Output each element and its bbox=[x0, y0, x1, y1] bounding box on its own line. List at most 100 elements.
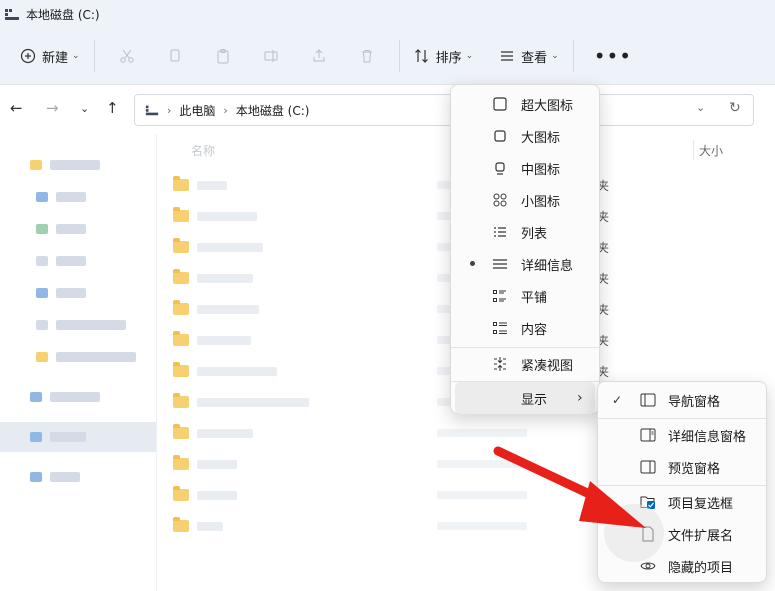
copy-icon bbox=[170, 49, 180, 62]
address-bar[interactable]: › 此电脑 › 本地磁盘 (C:) bbox=[134, 94, 754, 126]
share-button[interactable] bbox=[295, 39, 343, 73]
address-row: ← → ⌄ ↑ › 此电脑 › 本地磁盘 (C:) ⌄ ↻ bbox=[0, 84, 775, 134]
rename-button[interactable] bbox=[247, 39, 295, 73]
breadcrumb-local-disk[interactable]: 本地磁盘 (C:) bbox=[236, 102, 310, 119]
sidebar-item[interactable] bbox=[0, 342, 156, 372]
forward-arrow-icon[interactable]: → bbox=[46, 99, 59, 117]
folder-icon bbox=[173, 486, 189, 501]
toolbar-divider bbox=[93, 40, 95, 72]
sidebar-item[interactable] bbox=[0, 246, 156, 276]
chevron-right-icon: › bbox=[223, 103, 228, 117]
toolbar-divider bbox=[398, 40, 400, 72]
breadcrumb-this-pc[interactable]: 此电脑 bbox=[179, 102, 215, 119]
menu-item-preview-pane[interactable]: 预览窗格 bbox=[598, 451, 766, 483]
sidebar-item[interactable] bbox=[0, 278, 156, 308]
cut-button[interactable] bbox=[103, 39, 151, 73]
grid-icon bbox=[493, 193, 507, 207]
menu-item-details-pane[interactable]: 详细信息窗格 bbox=[598, 419, 766, 451]
menu-item-compact-view[interactable]: 紧凑视图 bbox=[451, 348, 599, 380]
drive-icon bbox=[145, 105, 159, 116]
preview-pane-icon bbox=[640, 460, 656, 474]
chevron-down-icon: ⌄ bbox=[465, 51, 474, 61]
compact-icon bbox=[494, 357, 506, 371]
menu-item-medium-icons[interactable]: 中图标 bbox=[451, 152, 599, 184]
rename-icon bbox=[264, 50, 278, 62]
folder-icon bbox=[173, 269, 189, 284]
copy-button[interactable] bbox=[151, 39, 199, 73]
folder-icon bbox=[173, 331, 189, 346]
new-button[interactable]: 新建 ⌄ bbox=[14, 39, 86, 73]
menu-item-tiles[interactable]: 平铺 bbox=[451, 280, 599, 312]
folder-icon bbox=[173, 207, 189, 222]
sort-button[interactable]: 排序 ⌄ bbox=[408, 39, 480, 73]
checkmark-icon: ✓ bbox=[612, 393, 623, 407]
back-arrow-icon[interactable]: ← bbox=[10, 99, 23, 117]
menu-item-content[interactable]: 内容 bbox=[451, 312, 599, 344]
chevron-down-icon: ⌄ bbox=[551, 51, 559, 61]
details-pane-icon bbox=[640, 428, 656, 442]
clipboard-icon bbox=[217, 49, 229, 64]
navigation-pane bbox=[0, 134, 156, 591]
folder-icon bbox=[173, 455, 189, 470]
up-arrow-icon[interactable]: ↑ bbox=[106, 99, 119, 117]
folder-icon bbox=[173, 300, 189, 315]
sidebar-item[interactable] bbox=[0, 382, 156, 412]
chevron-right-icon: › bbox=[167, 103, 172, 117]
square-icon bbox=[495, 162, 505, 175]
folder-icon bbox=[173, 393, 189, 408]
refresh-icon[interactable]: ↻ bbox=[729, 100, 741, 116]
sidebar-item[interactable] bbox=[0, 214, 156, 244]
drive-icon bbox=[4, 8, 20, 20]
view-menu: 超大图标 大图标 中图标 小图标 列表 详细信息 平铺 内容 紧凑视图 显示 › bbox=[450, 84, 600, 414]
content-icon bbox=[493, 322, 507, 334]
plus-circle-icon bbox=[20, 48, 36, 64]
folder-icon bbox=[173, 238, 189, 253]
watermark bbox=[604, 504, 664, 562]
chevron-down-icon: ⌄ bbox=[72, 51, 80, 61]
square-icon bbox=[494, 130, 506, 142]
folder-icon bbox=[173, 362, 189, 377]
address-dropdown-chevron-icon[interactable]: ⌄ bbox=[696, 101, 705, 114]
more-options-button[interactable]: ••• bbox=[582, 44, 644, 68]
menu-item-large-icons[interactable]: 大图标 bbox=[451, 120, 599, 152]
folder-icon bbox=[173, 176, 189, 191]
menu-item-extra-large-icons[interactable]: 超大图标 bbox=[451, 88, 599, 120]
recent-locations-chevron-icon[interactable]: ⌄ bbox=[80, 102, 89, 115]
sidebar-item[interactable] bbox=[0, 310, 156, 340]
list-icon bbox=[494, 227, 506, 237]
sidebar-item[interactable] bbox=[0, 182, 156, 212]
paste-button[interactable] bbox=[199, 39, 247, 73]
command-bar: 新建 ⌄ 排序 ⌄ 查看 ⌄ ••• bbox=[0, 28, 775, 84]
new-label: 新建 bbox=[42, 50, 69, 66]
sort-label: 排序 bbox=[435, 50, 462, 66]
folder-icon bbox=[173, 424, 189, 439]
delete-button[interactable] bbox=[343, 39, 391, 73]
scissors-icon bbox=[119, 49, 134, 63]
column-header-size[interactable]: 大小 bbox=[699, 142, 723, 159]
view-list-icon bbox=[501, 51, 514, 61]
sidebar-item[interactable] bbox=[0, 462, 156, 492]
details-icon bbox=[493, 259, 507, 269]
sort-icon bbox=[414, 49, 428, 63]
menu-item-show[interactable]: 显示 › bbox=[455, 382, 595, 414]
selected-bullet-icon bbox=[470, 261, 475, 266]
column-header-name[interactable]: 名称 bbox=[191, 142, 215, 159]
menu-item-list[interactable]: 列表 bbox=[451, 216, 599, 248]
square-icon bbox=[493, 97, 507, 111]
column-divider bbox=[693, 140, 694, 160]
tiles-icon bbox=[493, 290, 506, 302]
share-icon bbox=[313, 49, 325, 62]
toolbar-divider bbox=[572, 40, 574, 72]
nav-pane-icon bbox=[640, 393, 656, 407]
menu-item-details[interactable]: 详细信息 bbox=[451, 248, 599, 280]
menu-item-navigation-pane[interactable]: ✓ 导航窗格 bbox=[598, 384, 766, 416]
trash-icon bbox=[361, 50, 372, 63]
sidebar-item-this-pc[interactable] bbox=[0, 422, 156, 452]
view-button[interactable]: 查看 ⌄ bbox=[493, 39, 565, 73]
chevron-right-icon: › bbox=[577, 390, 583, 406]
menu-item-small-icons[interactable]: 小图标 bbox=[451, 184, 599, 216]
view-label: 查看 bbox=[521, 50, 548, 66]
folder-icon bbox=[173, 517, 189, 532]
sidebar-item[interactable] bbox=[0, 150, 156, 180]
title-bar: 本地磁盘 (C:) bbox=[0, 0, 775, 28]
